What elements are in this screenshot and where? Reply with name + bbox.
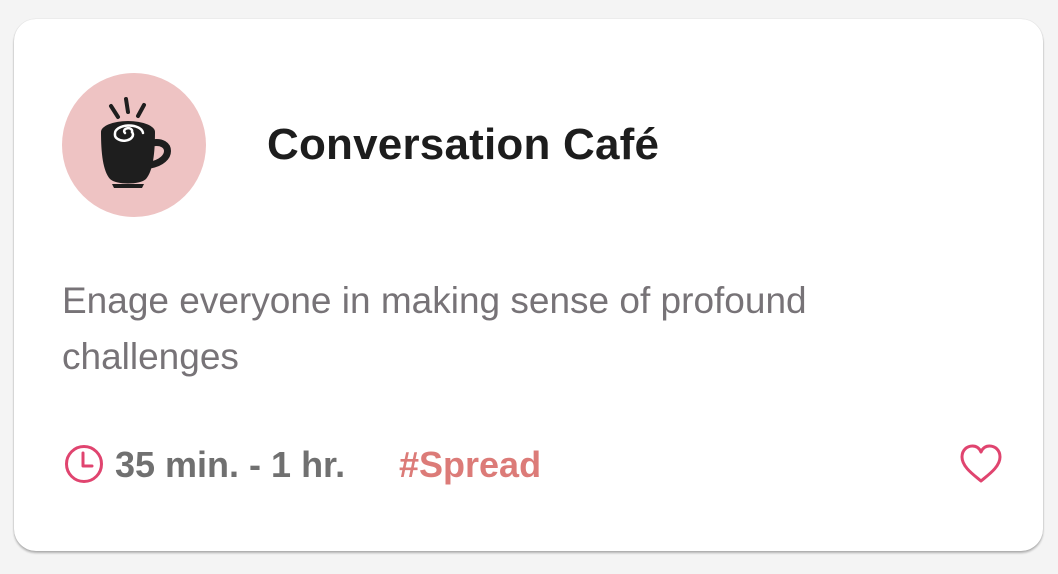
- activity-title: Conversation Café: [267, 120, 660, 169]
- activity-avatar: [62, 73, 206, 217]
- activity-footer: 35 min. - 1 hr. #Spread: [62, 440, 1002, 490]
- tag-label[interactable]: #Spread: [399, 440, 541, 490]
- heart-icon[interactable]: [958, 442, 1004, 486]
- activity-description: Enage everyone in making sense of profou…: [62, 280, 807, 377]
- coffee-cup-icon: [101, 97, 171, 188]
- duration-label: 35 min. - 1 hr.: [115, 444, 346, 485]
- activity-card[interactable]: Conversation Café Enage everyone in maki…: [14, 19, 1043, 551]
- clock-icon: [65, 445, 103, 483]
